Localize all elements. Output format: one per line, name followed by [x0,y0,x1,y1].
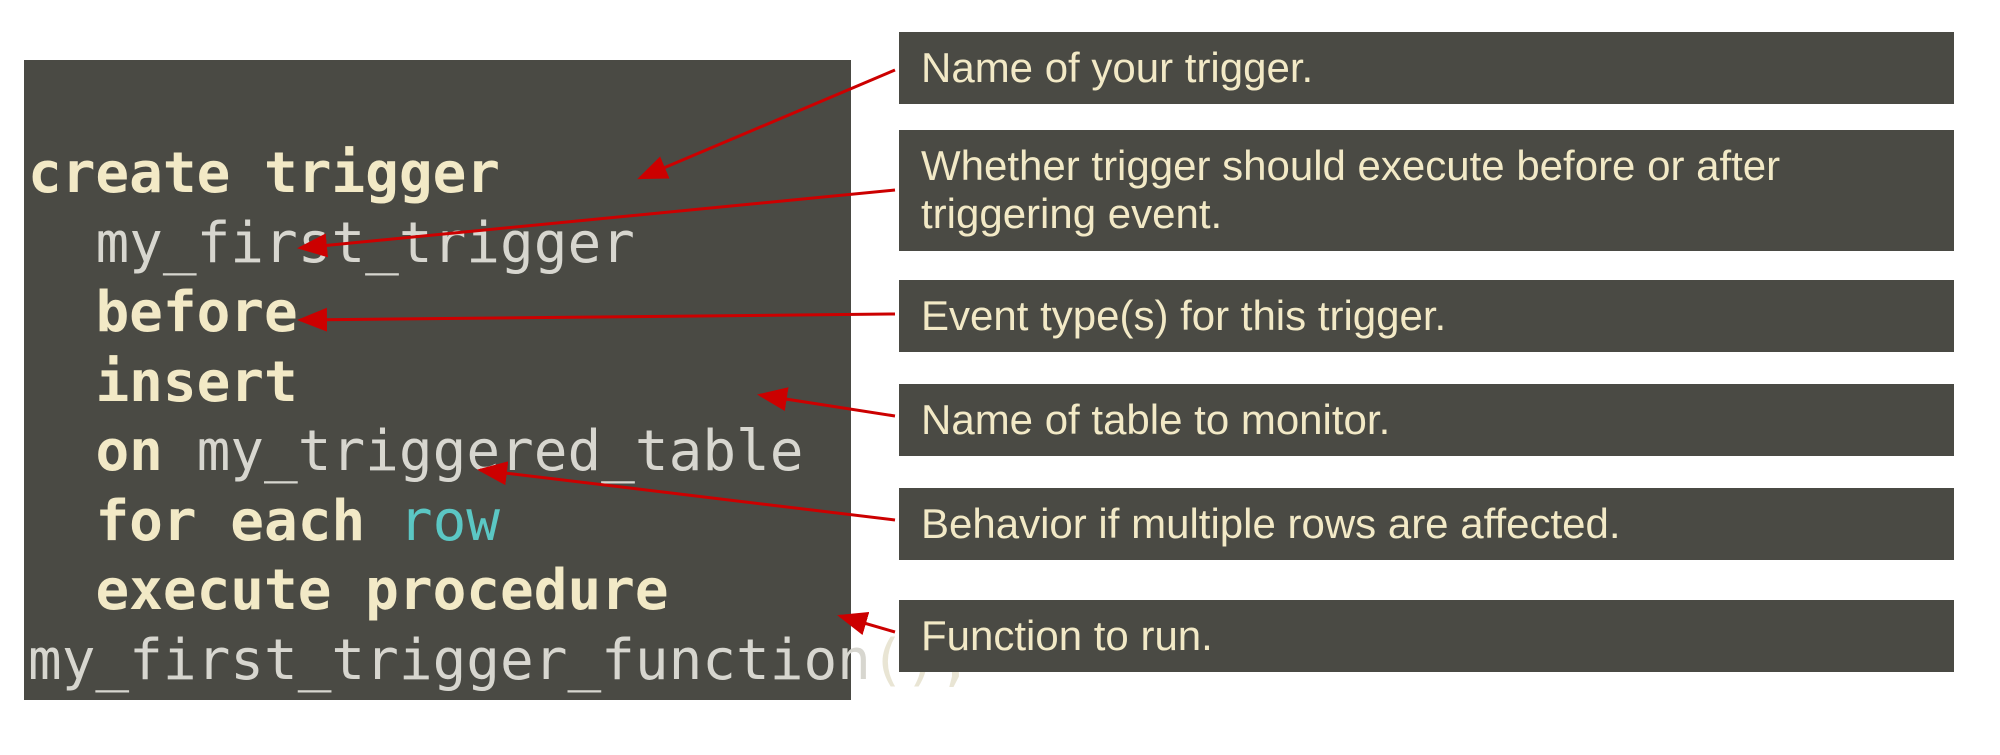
code-ident-table-name: my_triggered_table [197,419,804,484]
code-ident-function-name: my_first_trigger_function [28,628,871,693]
callout-behavior: Behavior if multiple rows are affected. [899,488,1954,560]
code-keyword-row: row [399,489,500,554]
code-block: create trigger my_first_trigger before i… [24,60,851,700]
callout-trigger-name: Name of your trigger. [899,32,1954,104]
code-keyword-insert: insert [95,350,297,415]
code-ident-trigger-name: my_first_trigger [95,211,634,276]
callout-event-type: Event type(s) for this trigger. [899,280,1954,352]
code-keyword-for-each: for each [95,489,365,554]
callout-before-after: Whether trigger should execute before or… [899,130,1954,251]
code-keyword-on: on [95,419,162,484]
callout-function: Function to run. [899,600,1954,672]
code-keyword-execute-procedure: execute procedure [95,558,668,623]
callout-table-name: Name of table to monitor. [899,384,1954,456]
code-keyword-before: before [95,280,297,345]
code-keyword-create-trigger: create trigger [28,141,500,206]
